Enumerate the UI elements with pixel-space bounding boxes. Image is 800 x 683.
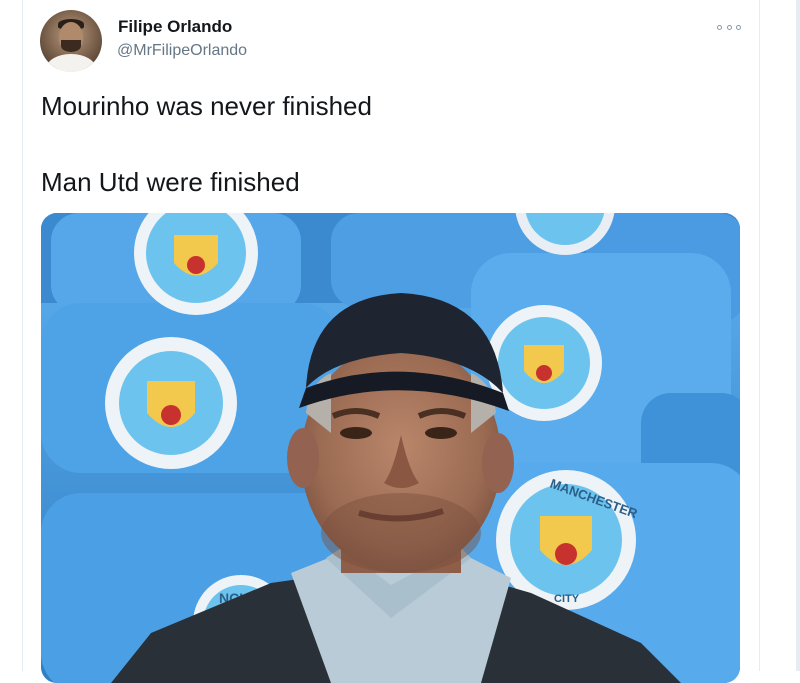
avatar-shirt [46,54,96,72]
right-pane-edge [796,0,800,671]
more-dot [726,24,732,30]
more-dot [717,24,722,30]
badge-text-city: CITY [554,593,580,605]
tweet-text-line-2: Man Utd were finished [41,167,300,197]
more-dot [736,24,741,30]
author-display-name[interactable]: Filipe Orlando [118,17,232,37]
eye [425,427,457,439]
club-badge [105,337,237,469]
tweet-media-photo[interactable]: MANCHESTER CITY NCH [41,213,740,683]
stubble [321,493,481,573]
author-handle[interactable]: @MrFilipeOrlando [117,42,247,60]
eye [340,427,372,439]
avatar[interactable] [40,10,102,72]
left-gutter [0,0,22,671]
ear [482,433,514,493]
ear [287,428,319,488]
avatar-beard [61,40,81,52]
more-options-icon[interactable] [717,20,741,34]
tweet-text-line-1: Mourinho was never finished [41,91,372,121]
right-pane [760,0,800,671]
stadium-photo: MANCHESTER CITY NCH [41,213,740,683]
